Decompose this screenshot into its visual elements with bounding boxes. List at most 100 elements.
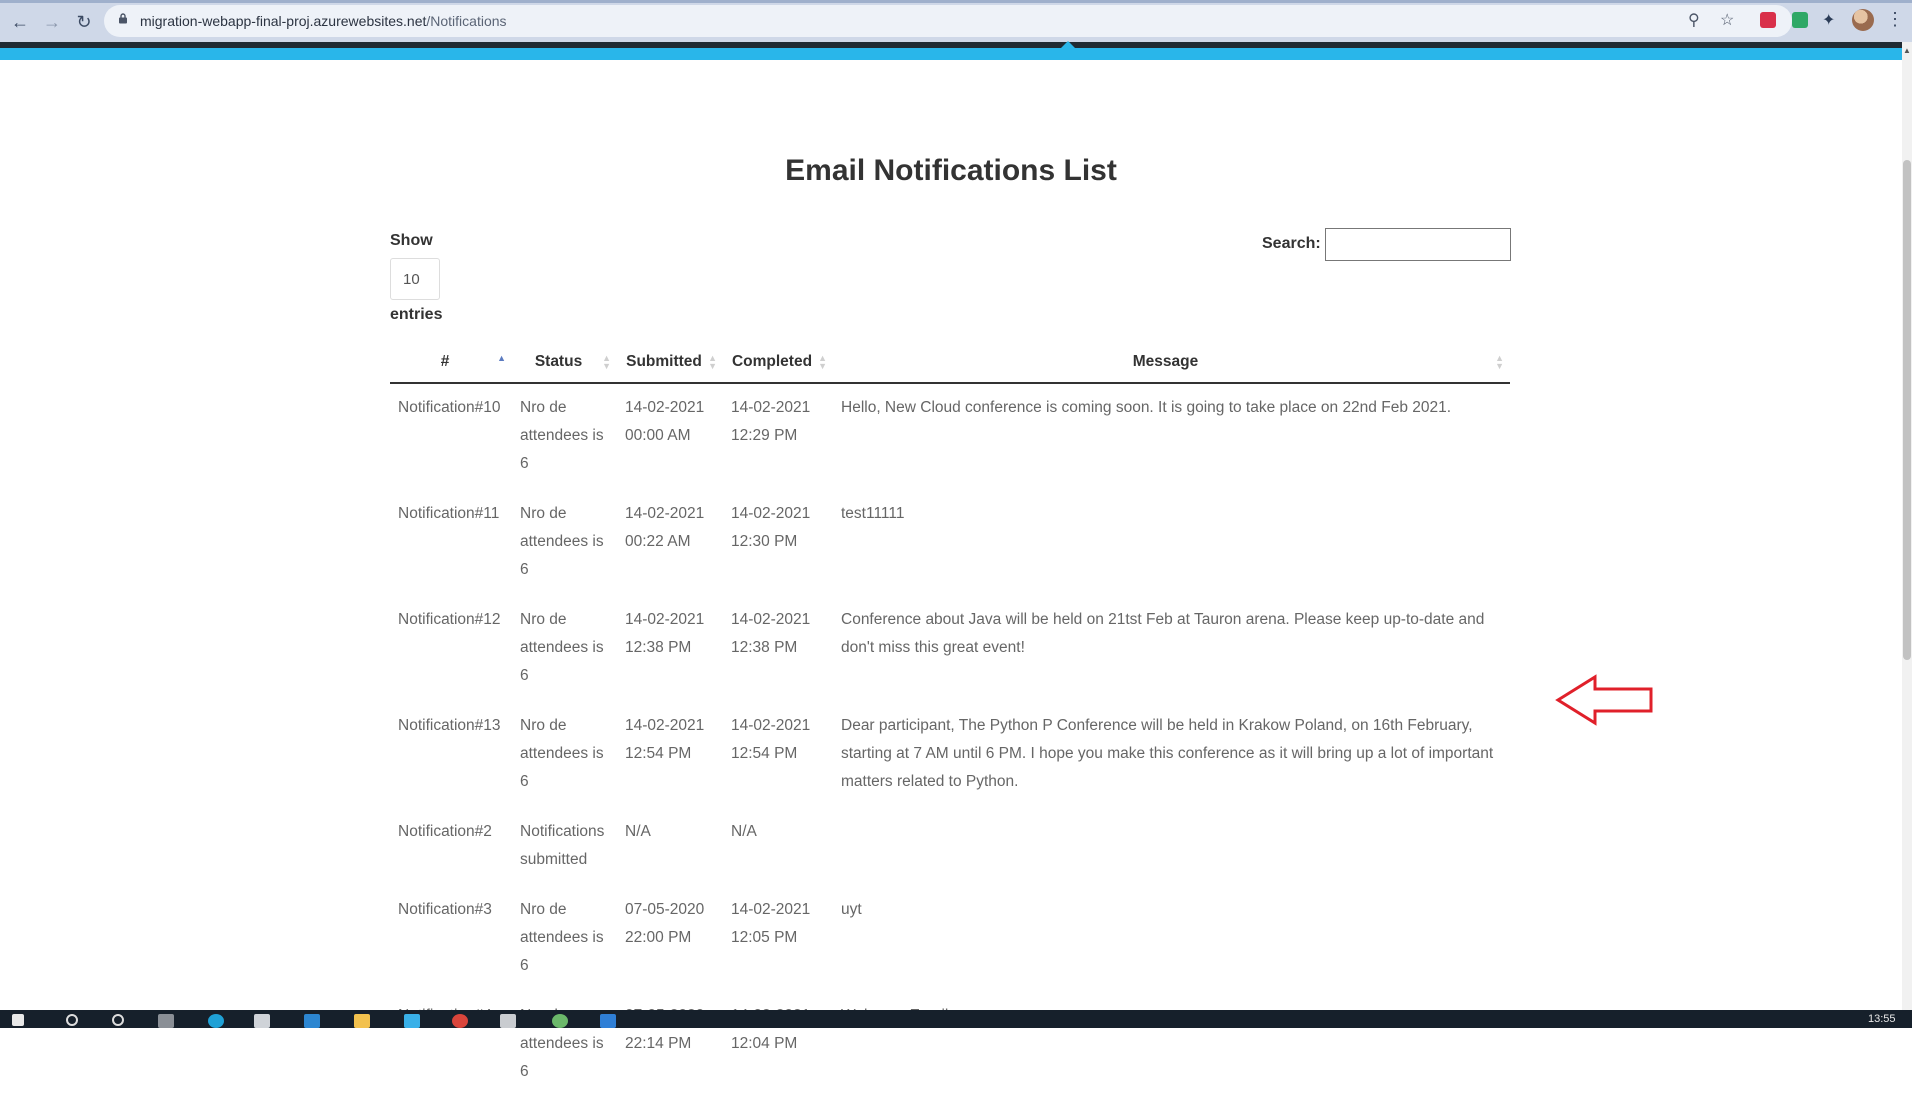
table-row: Notification#3 Nro de attendees is 6 07-… (390, 886, 1510, 992)
bookmark-star-icon[interactable]: ☆ (1720, 10, 1734, 30)
windows-start-icon[interactable] (12, 1014, 24, 1026)
sort-both-icon: ▲ ▼ (1495, 353, 1504, 371)
column-header-label: Completed (731, 353, 813, 370)
sort-both-icon: ▲ ▼ (818, 353, 827, 371)
cell-id: Notification#4 (390, 992, 512, 1098)
vscode-icon[interactable] (600, 1014, 616, 1028)
cell-id: Notification#13 (398, 717, 501, 734)
cell-message: Hello, New Cloud conference is coming so… (841, 399, 1452, 416)
search-label: Search: (1262, 235, 1321, 252)
active-nav-caret (1061, 41, 1075, 48)
cell-submitted: 14-02-2021 12:54 PM (625, 717, 705, 762)
page-title: Email Notifications List (785, 154, 1117, 187)
column-header-completed[interactable]: Completed ▲ ▼ (723, 342, 833, 384)
add-extension-icon[interactable] (1792, 12, 1808, 28)
reload-icon[interactable]: ↻ (72, 10, 96, 34)
app-icon[interactable] (552, 1014, 568, 1028)
column-header-label: # (440, 353, 450, 370)
table-row: Notification#2 Notifications submitted N… (390, 808, 1510, 886)
back-icon[interactable]: ← (8, 10, 32, 34)
cell-status: Nro de attendees is 6 (520, 901, 604, 974)
column-header-status[interactable]: Status ▲ ▼ (512, 342, 617, 384)
cell-completed: 14-02-2021 12:04 PM (731, 1007, 810, 1052)
sort-both-icon: ▲ ▼ (602, 353, 611, 371)
browser-menu-icon[interactable]: ⋮ (1886, 9, 1904, 30)
tab-strip-edge (0, 0, 1912, 3)
cell-completed: 14-02-2021 12:54 PM (731, 717, 811, 762)
cell-status: Notifications submitted (520, 823, 605, 868)
scroll-up-icon[interactable]: ▲ (1903, 46, 1911, 55)
cell-message: Conference about Java will be held on 21… (841, 611, 1485, 656)
notepad-icon[interactable] (500, 1014, 516, 1028)
column-header-message[interactable]: Message ▲ ▼ (833, 342, 1510, 384)
cell-submitted: 14-02-2021 00:22 AM (625, 505, 705, 550)
cell-message: uyt (841, 901, 862, 918)
extensions-puzzle-icon[interactable]: ✦ (1822, 10, 1835, 30)
site-header-accent (0, 48, 1902, 60)
cell-message: test11111 (841, 505, 905, 522)
profile-avatar[interactable] (1852, 9, 1874, 31)
sort-ascending-icon: ▲ (497, 353, 506, 363)
cell-status: Nro de attendees is 6 (520, 1007, 604, 1080)
url-path: /Notifications (426, 13, 507, 29)
show-label: Show (390, 232, 433, 249)
entries-label: entries (390, 306, 443, 323)
cell-message: Welcome Email (833, 992, 1510, 1098)
task-view-icon[interactable] (158, 1014, 174, 1028)
column-header-submitted[interactable]: Submitted ▲ ▼ (617, 342, 723, 384)
table-row: Notification#12 Nro de attendees is 6 14… (390, 596, 1510, 702)
cell-completed: 14-02-2021 12:38 PM (731, 611, 811, 656)
pocket-extension-icon[interactable] (1760, 12, 1776, 28)
cell-submitted: 07-05-2020 22:00 PM (625, 901, 705, 946)
cell-status: Nro de attendees is 6 (520, 505, 604, 578)
edge-icon[interactable] (208, 1014, 224, 1028)
column-header-id[interactable]: # ▲ (390, 342, 512, 384)
cell-status: Nro de attendees is 6 (520, 399, 604, 472)
file-explorer-icon[interactable] (354, 1014, 370, 1028)
cell-id: Notification#10 (398, 399, 501, 416)
cell-status: Nro de attendees is 6 (520, 611, 604, 684)
cortana-icon[interactable] (112, 1014, 124, 1026)
os-taskbar (0, 1010, 1912, 1028)
cell-id: Notification#11 (398, 505, 500, 522)
mail-icon[interactable] (304, 1014, 320, 1028)
column-header-label: Message (1132, 353, 1199, 370)
notifications-table: # ▲ Status ▲ ▼ Submitted ▲ ▼ Completed ▲ ▼ Mess… (390, 342, 1510, 1098)
cell-id: Notification#12 (398, 611, 501, 628)
entries-per-page-select[interactable]: 10 (390, 258, 440, 300)
url-host: migration-webapp-final-proj.azurewebsite… (140, 13, 427, 29)
cell-submitted: 14-02-2021 12:38 PM (625, 611, 705, 656)
app-icon[interactable] (404, 1014, 420, 1028)
search-icon[interactable] (66, 1014, 78, 1026)
zoom-icon[interactable]: ⚲ (1688, 10, 1700, 30)
browser-toolbar: ← → ↻ migration-webapp-final-proj.azurew… (0, 0, 1912, 42)
lock-icon (119, 13, 127, 24)
column-header-label: Submitted (626, 353, 702, 370)
table-header-row: # ▲ Status ▲ ▼ Submitted ▲ ▼ Completed ▲ ▼ Mess… (390, 342, 1510, 384)
red-left-arrow-icon (1555, 674, 1653, 726)
cell-completed: N/A (731, 823, 757, 840)
cell-completed: 14-02-2021 12:29 PM (731, 399, 811, 444)
cell-submitted: N/A (625, 823, 651, 840)
printer-icon[interactable] (254, 1014, 270, 1028)
sort-both-icon: ▲ ▼ (708, 353, 717, 371)
scrollbar-thumb[interactable] (1903, 160, 1911, 660)
cell-completed: 14-02-2021 12:05 PM (731, 901, 811, 946)
cell-submitted: 14-02-2021 00:00 AM (625, 399, 705, 444)
cell-message: Dear participant, The Python P Conferenc… (841, 717, 1494, 790)
table-row: Notification#4 Nro de attendees is 6 07-… (390, 992, 1510, 1098)
search-input[interactable] (1325, 228, 1511, 261)
table-row: Notification#10 Nro de attendees is 6 14… (390, 383, 1510, 490)
cell-status: Nro de attendees is 6 (520, 717, 604, 790)
taskbar-clock[interactable]: 13:55 (1868, 1013, 1896, 1025)
table-row: Notification#11 Nro de attendees is 6 14… (390, 490, 1510, 596)
cell-message (833, 808, 1510, 886)
cell-completed: 14-02-2021 12:30 PM (731, 505, 811, 550)
url-text[interactable]: migration-webapp-final-proj.azurewebsite… (140, 13, 507, 29)
cell-id: Notification#3 (398, 901, 492, 918)
forward-icon[interactable]: → (40, 10, 64, 34)
chrome-icon[interactable] (452, 1014, 468, 1028)
table-row: Notification#13 Nro de attendees is 6 14… (390, 702, 1510, 808)
cell-id: Notification#2 (398, 823, 492, 840)
column-header-label: Status (534, 353, 583, 370)
